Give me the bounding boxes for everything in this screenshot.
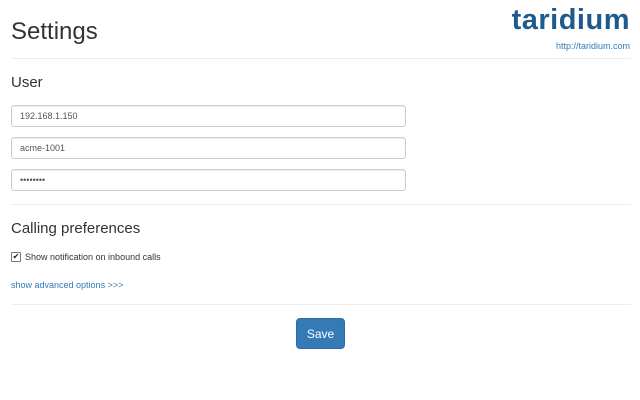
notification-checkbox[interactable]: ✔ [11,252,21,262]
save-button[interactable]: Save [296,318,345,349]
password-field[interactable] [11,169,406,191]
username-field[interactable] [11,137,406,159]
user-section-heading: User [11,74,43,91]
calling-preferences-heading: Calling preferences [11,220,141,237]
server-address-field[interactable] [11,105,406,127]
taridium-logo: taridium [511,4,630,36]
footer-divider [11,304,631,305]
notification-option[interactable]: ✔ Show notification on inbound calls [11,252,161,262]
header-divider [11,58,631,59]
taridium-website-link[interactable]: http://taridium.com [556,41,630,51]
section-divider [11,204,631,205]
show-advanced-options-link[interactable]: show advanced options >>> [11,280,123,290]
check-icon: ✔ [12,252,20,261]
notification-label: Show notification on inbound calls [25,252,161,262]
page-title: Settings [11,18,98,45]
